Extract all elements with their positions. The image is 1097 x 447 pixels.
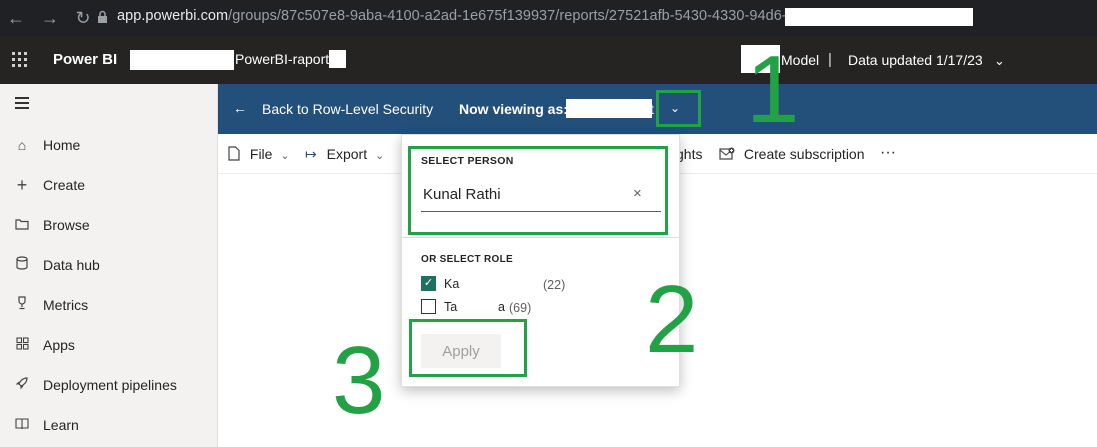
annotation-number-1: 1 xyxy=(746,36,800,143)
redaction xyxy=(785,8,973,26)
role-label: Ta xyxy=(444,300,458,314)
viewing-as-value[interactable]: t xyxy=(650,101,654,117)
sidebar-item-label: Deployment pipelines xyxy=(43,377,177,393)
rocket-icon xyxy=(13,376,31,394)
sidebar-item-create[interactable]: + Create xyxy=(0,165,218,205)
sidebar-item-data-hub[interactable]: Data hub xyxy=(0,245,218,285)
subscribe-icon xyxy=(719,146,735,162)
sidebar-item-label: Create xyxy=(43,177,86,193)
file-label: File xyxy=(249,146,273,162)
plus-icon: + xyxy=(16,175,28,195)
export-icon: ↦ xyxy=(305,146,317,162)
sidebar-item-label: Apps xyxy=(43,337,75,353)
file-menu[interactable]: File ⌄ xyxy=(228,146,290,162)
redaction xyxy=(130,50,234,70)
annotation-box-2 xyxy=(408,146,668,235)
trophy-icon xyxy=(13,296,31,314)
url-field[interactable]: app.powerbi.com/groups/87c507e8-9aba-410… xyxy=(117,8,787,24)
folder-icon xyxy=(13,216,31,234)
sidebar-item-learn[interactable]: Learn xyxy=(0,405,218,445)
sidebar-item-deployment-pipelines[interactable]: Deployment pipelines xyxy=(0,365,218,405)
now-viewing-label: Now viewing as: xyxy=(459,101,568,117)
export-label: Export xyxy=(326,146,368,162)
role-checkbox-1[interactable]: ✓ xyxy=(421,276,436,291)
brand-title[interactable]: Power BI xyxy=(53,51,117,68)
forward-arrow-icon[interactable]: → xyxy=(38,6,62,30)
header-separator: | xyxy=(828,51,832,68)
annotation-number-2: 2 xyxy=(645,266,699,373)
apps-icon xyxy=(13,336,31,354)
sidebar-item-label: Home xyxy=(43,137,81,153)
back-to-rls-link[interactable]: Back to Row-Level Security xyxy=(262,101,433,117)
lock-icon xyxy=(97,10,108,24)
report-name: PowerBI-raport xyxy=(235,51,330,67)
data-updated-label[interactable]: Data updated 1/17/23 xyxy=(848,52,983,68)
export-menu[interactable]: ↦ Export ⌄ xyxy=(305,146,384,163)
app-launcher-icon[interactable] xyxy=(12,52,28,68)
role-label-suffix: a xyxy=(498,300,505,314)
role-count: (69) xyxy=(509,301,532,315)
create-subscription-button[interactable]: Create subscription xyxy=(719,146,865,162)
sidebar-item-browse[interactable]: Browse xyxy=(0,205,218,245)
hamburger-menu-icon[interactable] xyxy=(15,97,29,112)
subscription-label: Create subscription xyxy=(743,146,865,162)
home-icon: ⌂ xyxy=(17,137,27,153)
role-checkbox-2[interactable] xyxy=(421,299,436,314)
reload-icon[interactable]: ↻ xyxy=(71,6,95,30)
sidebar-item-apps[interactable]: Apps xyxy=(0,325,218,365)
or-select-role-label: OR SELECT ROLE xyxy=(421,254,513,265)
role-label: Ka xyxy=(444,277,460,291)
back-arrow-icon[interactable]: ← xyxy=(4,6,28,30)
more-options-icon[interactable]: ··· xyxy=(880,144,896,162)
back-arrow-icon[interactable]: ← xyxy=(233,100,247,116)
sidebar-item-home[interactable]: ⌂ Home xyxy=(0,125,218,165)
sidebar-item-label: Browse xyxy=(43,217,90,233)
chevron-down-icon[interactable]: ⌄ xyxy=(994,53,1005,69)
annotation-box-3 xyxy=(409,319,527,377)
divider xyxy=(401,237,680,238)
sidebar-item-metrics[interactable]: Metrics xyxy=(0,285,218,325)
role-count: (22) xyxy=(543,278,566,292)
redaction xyxy=(566,99,652,118)
database-icon xyxy=(13,256,31,274)
redaction xyxy=(329,50,346,68)
file-icon xyxy=(228,146,240,162)
sidebar-item-label: Data hub xyxy=(43,257,100,273)
annotation-box-1 xyxy=(656,90,701,127)
chevron-down-icon: ⌄ xyxy=(374,150,385,162)
sidebar-item-label: Learn xyxy=(43,417,79,433)
book-icon xyxy=(13,416,31,434)
sidebar-item-label: Metrics xyxy=(43,297,89,313)
chevron-down-icon: ⌄ xyxy=(280,150,290,162)
annotation-number-3: 3 xyxy=(332,327,386,434)
